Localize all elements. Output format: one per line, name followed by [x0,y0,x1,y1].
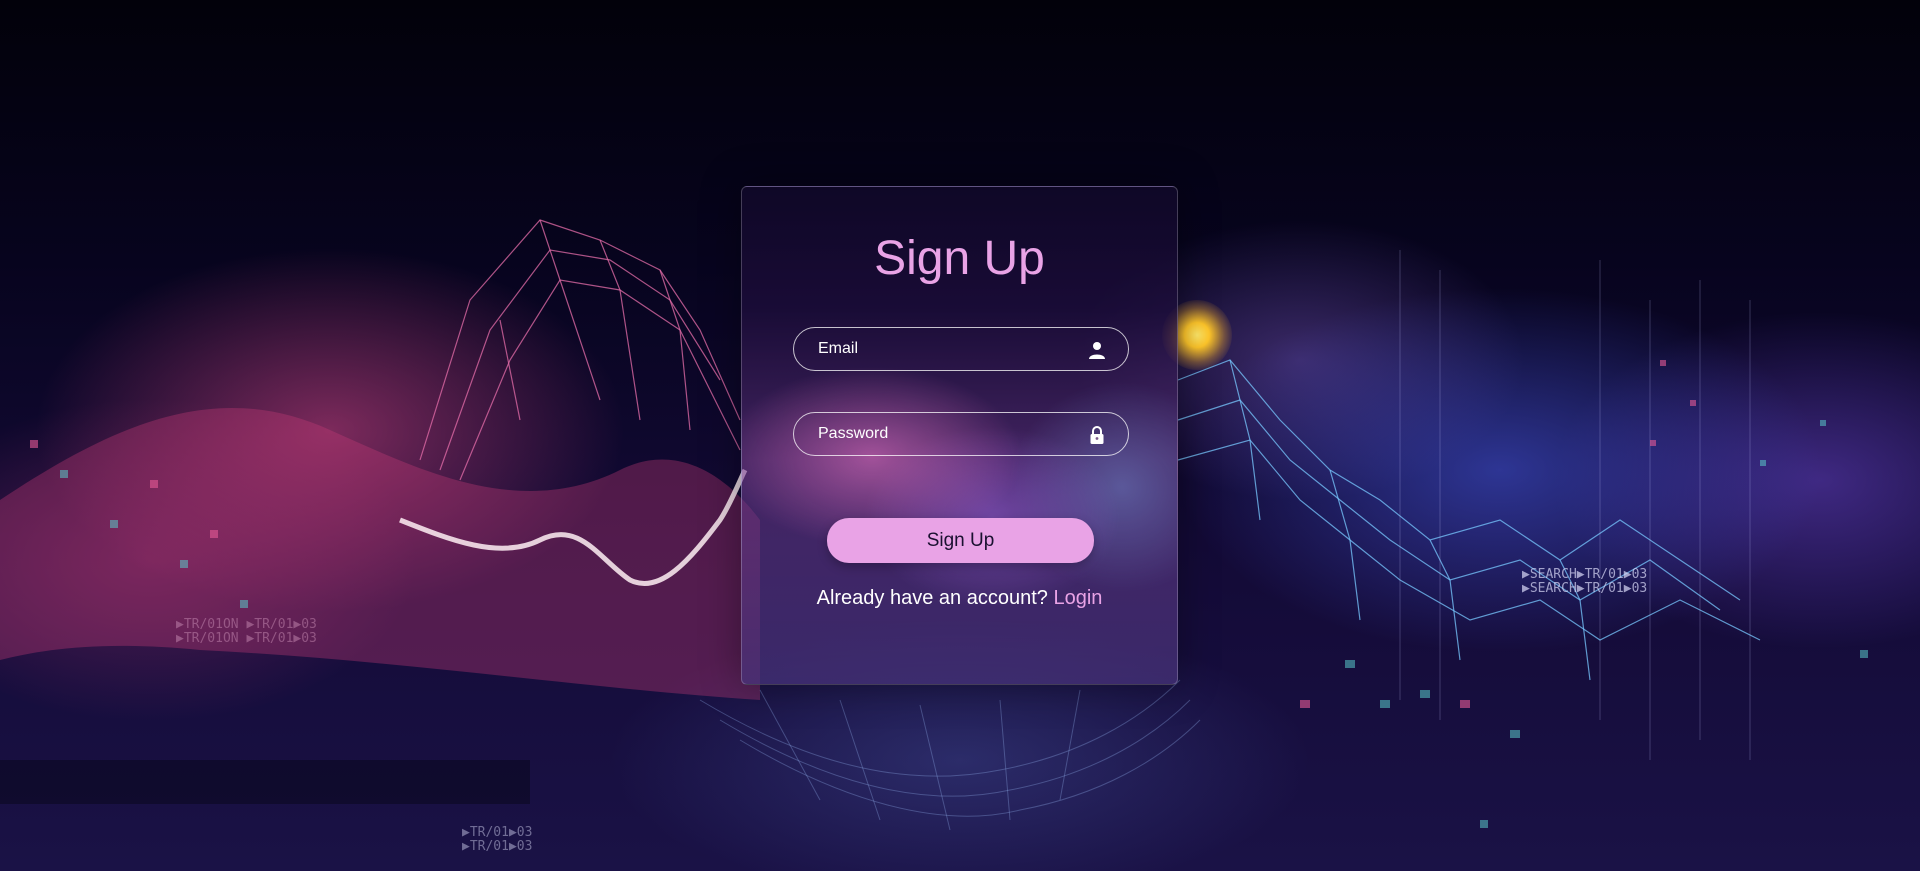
password-field[interactable] [794,413,1128,455]
login-prompt: Already have an account? Login [742,587,1177,610]
login-link[interactable]: Login [1053,587,1102,609]
signup-card: Sign Up Sign Up Already have an account?… [741,186,1178,685]
email-field[interactable] [794,328,1128,370]
login-prompt-text: Already have an account? [816,587,1048,609]
background-hud-text-right: ▶SEARCH▶TR/01▶03 ▶SEARCH▶TR/01▶03 [1522,567,1648,596]
background-hud-text-left: ▶TR/01ON ▶TR/01▶03 ▶TR/01ON ▶TR/01▶03 [176,617,317,646]
lock-icon [1090,426,1104,444]
page-title: Sign Up [874,232,1045,285]
page-background: ▶TR/01ON ▶TR/01▶03 ▶TR/01ON ▶TR/01▶03 ▶S… [0,0,1920,871]
password-field-wrapper [793,412,1129,456]
background-hud-text-bottom: ▶TR/01▶03 ▶TR/01▶03 [462,825,533,854]
email-field-wrapper [793,327,1129,371]
signup-button[interactable]: Sign Up [827,518,1094,563]
user-icon [1089,342,1105,359]
